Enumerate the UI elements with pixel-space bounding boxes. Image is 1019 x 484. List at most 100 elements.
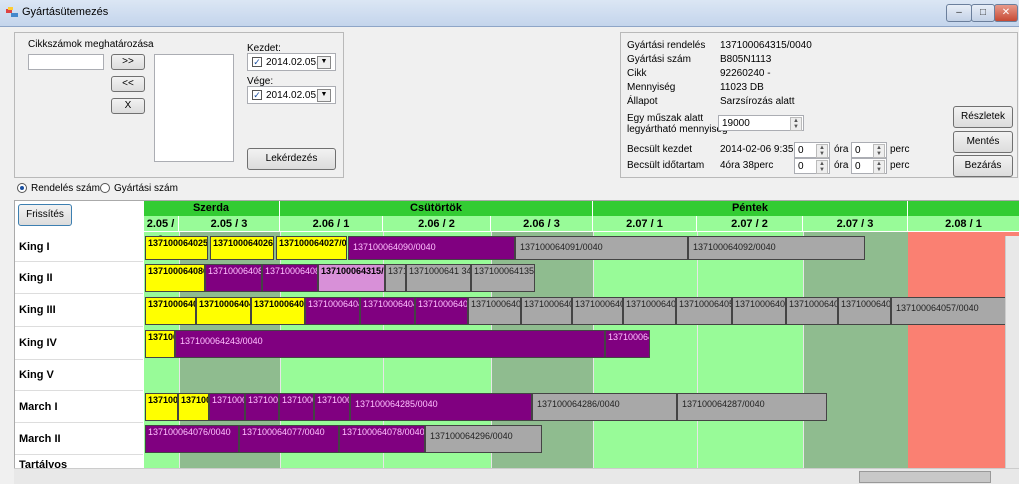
schedule-bar[interactable]: 137100064052/0040 — [623, 296, 676, 325]
save-button[interactable]: Mentés — [953, 131, 1013, 153]
est-start-value: 2014-02-06 9:35 — [720, 144, 794, 155]
close-button[interactable]: Bezárás — [953, 155, 1013, 177]
schedule-bar[interactable]: 137100064053/0040 — [676, 296, 732, 325]
schedule-bar[interactable]: 137100064057/0040 — [891, 296, 1019, 325]
spinner-arrows-icon[interactable]: ▲ ▼ — [873, 160, 885, 174]
schedule-bar[interactable]: 137100064088/0040 — [262, 264, 318, 292]
details-button[interactable]: Részletek — [953, 106, 1013, 128]
day-header — [908, 201, 1019, 216]
scroll-thumb[interactable] — [859, 471, 991, 483]
start-date-value: 2014.02.05. — [266, 57, 319, 68]
schedule-bar[interactable]: 137100 — [385, 264, 406, 292]
close-window-button[interactable]: ✕ — [994, 4, 1018, 22]
est-duration-label: Becsült időtartam — [627, 160, 705, 171]
window-title: Gyártásütemezés — [22, 6, 109, 18]
start-minute-spinner[interactable]: 0 ▲ ▼ — [851, 142, 887, 158]
production-number-radio[interactable] — [100, 183, 110, 193]
query-button[interactable]: Lekérdezés — [247, 148, 336, 170]
shift-header: 2.06 / 2 — [383, 216, 491, 232]
app-icon — [6, 7, 18, 17]
order-number-radio[interactable] — [17, 183, 27, 193]
spinner-arrows-icon[interactable]: ▲ ▼ — [873, 144, 885, 158]
spinner-arrows-icon[interactable]: ▲ ▼ — [790, 117, 802, 131]
schedule-bar[interactable]: 137100064286/0040 — [532, 393, 677, 421]
refresh-button[interactable]: Frissítés — [18, 204, 72, 226]
schedule-bar[interactable]: 1371000643 — [209, 393, 245, 421]
schedule-bar[interactable]: 1371000643 — [279, 393, 314, 421]
schedule-bar[interactable]: 137100064092/0040 — [688, 235, 865, 260]
shift-qty-spinner[interactable]: 19000 ▲ ▼ — [718, 115, 804, 131]
start-hour-spinner[interactable]: 0 ▲ ▼ — [794, 142, 830, 158]
schedule-bar[interactable]: 137100064244 — [605, 329, 650, 358]
schedule-bar[interactable]: 1371000643 — [314, 393, 350, 421]
schedule-bar[interactable]: 137100064296/0040 — [425, 425, 542, 453]
duration-minute-spinner[interactable]: 0 ▲ ▼ — [851, 158, 887, 174]
schedule-bar[interactable]: 137100064087/0040 — [205, 264, 262, 292]
calendar-icon[interactable]: ▼ — [317, 89, 331, 102]
shift-header: 2.07 / 2 — [697, 216, 803, 232]
schedule-bar[interactable]: 137100 — [145, 329, 175, 358]
spinner-arrows-icon[interactable]: ▲ ▼ — [816, 160, 828, 174]
schedule-bar[interactable]: 137100064054/0040 — [732, 296, 786, 325]
schedule-bar[interactable]: 137100064086/0040 — [145, 264, 205, 292]
schedule-bar[interactable]: 137100064048/004 — [415, 296, 468, 325]
schedule-bar[interactable]: 1371000640 — [178, 393, 209, 421]
schedule-bar[interactable]: 1371000641 34/0040 — [406, 264, 471, 292]
spinner-arrows-icon[interactable]: ▲ ▼ — [816, 144, 828, 158]
schedule-bar[interactable]: 137100064046/004 — [305, 296, 360, 325]
schedule-bar[interactable]: 137100064287/0040 — [677, 393, 827, 421]
schedule-bar[interactable]: 137100064078/0040 — [339, 425, 425, 453]
schedule-bar[interactable]: 137100064091/0040 — [515, 235, 688, 260]
end-date-picker[interactable]: ✓ 2014.02.05. ▼ — [247, 86, 336, 104]
schedule-bar[interactable]: 137100064047/004 — [360, 296, 415, 325]
duration-hour-spinner[interactable]: 0 ▲ ▼ — [794, 158, 830, 174]
vertical-scrollbar[interactable] — [1005, 236, 1019, 468]
filter-group-title: Cikkszámok meghatározása — [28, 39, 154, 50]
machine-row-label: King II — [15, 262, 143, 294]
schedule-bar[interactable]: 137100064243/0040 — [175, 329, 605, 358]
schedule-bar[interactable]: 137100064026/0040 — [210, 235, 274, 260]
schedule-bar[interactable]: 137100064025/0040 — [145, 235, 208, 260]
schedule-bar[interactable]: 137100064056/0040 — [838, 296, 891, 325]
schedule-bar[interactable]: 137100064077/0040 — [239, 425, 339, 453]
start-date-checkbox[interactable]: ✓ — [252, 57, 262, 67]
title-bar: Gyártásütemezés – □ ✕ — [0, 0, 1019, 27]
schedule-bar[interactable]: 137100064049/0040 — [468, 296, 521, 325]
start-date-picker[interactable]: ✓ 2014.02.05. ▼ — [247, 53, 336, 71]
machine-row-label: King I — [15, 233, 143, 262]
schedule-bar[interactable]: 137100064045/004 — [251, 296, 305, 325]
add-item-button[interactable]: >> — [111, 54, 145, 70]
hour-unit: óra — [834, 160, 849, 171]
start-minute-value: 0 — [855, 145, 861, 156]
shift-header: 2.05 / 2 — [143, 216, 179, 246]
item-number-input[interactable] — [28, 54, 104, 70]
schedule-bar[interactable]: 1371000643 — [245, 393, 279, 421]
order-label: Gyártási rendelés — [627, 40, 706, 51]
machine-row-label: March II — [15, 423, 143, 455]
schedule-bar[interactable]: 137100064043/004 — [145, 296, 196, 325]
schedule-bar[interactable]: 137100064027/0040 — [276, 235, 347, 260]
machine-row-label: King III — [15, 294, 143, 327]
schedule-bar[interactable]: 1371000640 — [145, 393, 178, 421]
horizontal-scrollbar[interactable] — [14, 468, 1019, 484]
schedule-bar[interactable]: 137100064076/0040 — [145, 425, 239, 453]
schedule-bar[interactable]: 137100064055/0040 — [786, 296, 838, 325]
item-number-list[interactable] — [154, 54, 234, 162]
minimize-button[interactable]: – — [946, 4, 972, 22]
remove-item-button[interactable]: << — [111, 76, 145, 92]
schedule-bar[interactable]: 137100064051/0040 — [572, 296, 623, 325]
gantt-chart[interactable]: Frissítés SzerdaCsütörtökPéntek2.05 / 22… — [14, 200, 1019, 470]
schedule-bar[interactable]: 137100064315/0040 — [318, 264, 385, 292]
schedule-bar[interactable]: 137100064050/0040 — [521, 296, 572, 325]
schedule-bar[interactable]: 137100064285/0040 — [350, 393, 532, 421]
end-date-checkbox[interactable]: ✓ — [252, 90, 262, 100]
order-number-radio-label: Rendelés szám — [31, 183, 100, 194]
maximize-button[interactable]: □ — [971, 4, 995, 22]
schedule-bar[interactable]: 137100064044/004 — [196, 296, 251, 325]
schedule-bar[interactable]: 137100064090/0040 — [348, 235, 515, 260]
production-number-radio-label: Gyártási szám — [114, 183, 178, 194]
order-value: 137100064315/0040 — [720, 40, 812, 51]
calendar-icon[interactable]: ▼ — [317, 56, 331, 69]
clear-items-button[interactable]: X — [111, 98, 145, 114]
schedule-bar[interactable]: 137100064135/0040 — [471, 264, 535, 292]
